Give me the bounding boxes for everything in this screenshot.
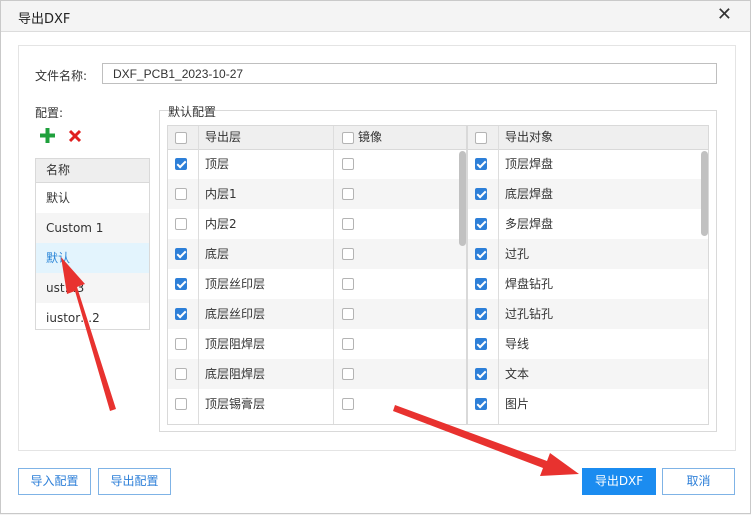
export-dxf-dialog: 导出DXF ✕ 文件名称: 配置: 名称 默认 Custom 1 默认 ust……: [0, 0, 751, 514]
annotation-arrow-config: [61, 257, 116, 411]
annotation-arrows: [61, 257, 579, 476]
annotation-arrow-export: [393, 405, 579, 476]
